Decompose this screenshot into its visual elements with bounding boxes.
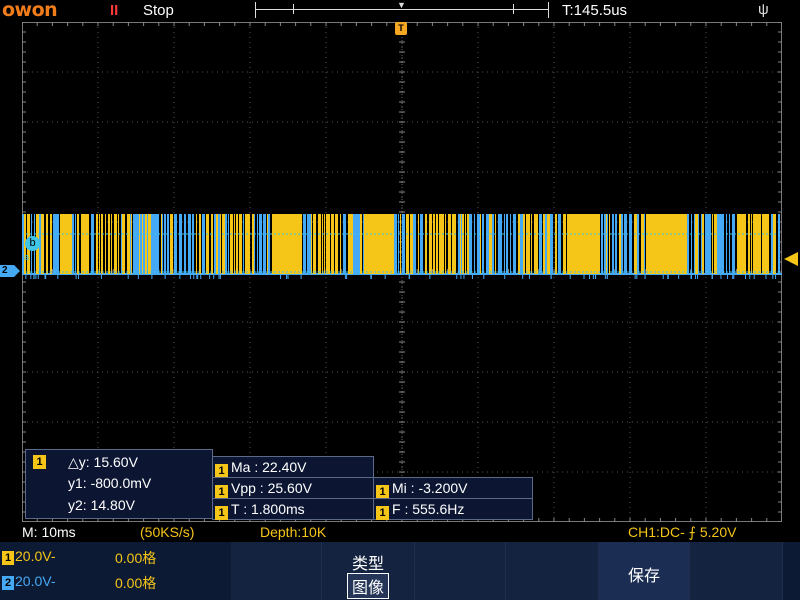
- type-softkey[interactable]: 类型 图像: [322, 542, 415, 600]
- channel-1-tag: 1: [33, 455, 46, 469]
- trigger-status-readout: CH1:DC- ⨍ 5.20V: [628, 524, 737, 540]
- measure-period: 1T : 1.800ms: [212, 498, 374, 520]
- time-position-ruler: ▼: [255, 0, 549, 20]
- softkey-3[interactable]: [415, 542, 506, 600]
- measure-max: 1 Ma : 22.40V: [212, 456, 374, 478]
- scope-graticule: [22, 22, 782, 522]
- ch2-ground-marker[interactable]: 2: [0, 265, 20, 277]
- measure-min: 1 Mi : -3.200V: [373, 477, 533, 499]
- y1-readout: y1: -800.0mV: [68, 475, 152, 491]
- waveform-display[interactable]: [22, 22, 782, 522]
- channel-info: 1 20.0V- 0.00格 2 20.0V- 0.00格: [0, 542, 230, 600]
- position-marker-icon: ▼: [397, 0, 406, 10]
- measure-vpp: 1 Vpp : 25.60V: [212, 477, 374, 499]
- ch2-info[interactable]: 2 20.0V- 0.00格: [2, 573, 156, 591]
- save-label: 保存: [627, 568, 660, 585]
- sample-rate-readout: (50KS/s): [140, 524, 195, 540]
- measure-frequency: 1F : 555.6Hz: [373, 498, 533, 520]
- type-label: 类型: [351, 556, 384, 573]
- softkey-bar: 1 20.0V- 0.00格 2 20.0V- 0.00格 类型 图像 保存: [0, 542, 800, 600]
- softkey-6[interactable]: [690, 542, 783, 600]
- delta-y-readout: △y: 15.60V: [68, 454, 138, 470]
- ch1-info[interactable]: 1 20.0V- 0.00格: [2, 548, 156, 566]
- cursor-readout-panel: 1 △y: 15.60V y1: -800.0mV y2: 14.80V: [25, 449, 213, 519]
- type-value: 图像: [347, 573, 389, 599]
- save-softkey[interactable]: 保存: [599, 542, 690, 600]
- trigger-level-marker[interactable]: [784, 252, 798, 266]
- usb-icon: ψ: [758, 1, 769, 18]
- cursor-b-marker[interactable]: b: [25, 236, 40, 251]
- trigger-time-readout: T:145.5us: [562, 2, 628, 19]
- status-bar: M: 10ms (50KS/s) Depth:10K CH1:DC- ⨍ 5.2…: [0, 523, 800, 541]
- softkey-1[interactable]: [231, 542, 322, 600]
- timebase-readout: M: 10ms: [22, 524, 76, 540]
- cursor-a-marker[interactable]: a: [24, 252, 29, 262]
- owon-logo: owon: [2, 0, 58, 21]
- y2-readout: y2: 14.80V: [68, 497, 135, 513]
- run-status: Stop: [143, 2, 174, 19]
- softkey-4[interactable]: [506, 542, 599, 600]
- memory-depth-readout: Depth:10K: [260, 524, 327, 540]
- trigger-position-marker[interactable]: T: [395, 22, 407, 35]
- run-stop-indicator: II: [110, 2, 119, 19]
- top-bar: owon II Stop ▼ T:145.5us ψ: [0, 0, 800, 22]
